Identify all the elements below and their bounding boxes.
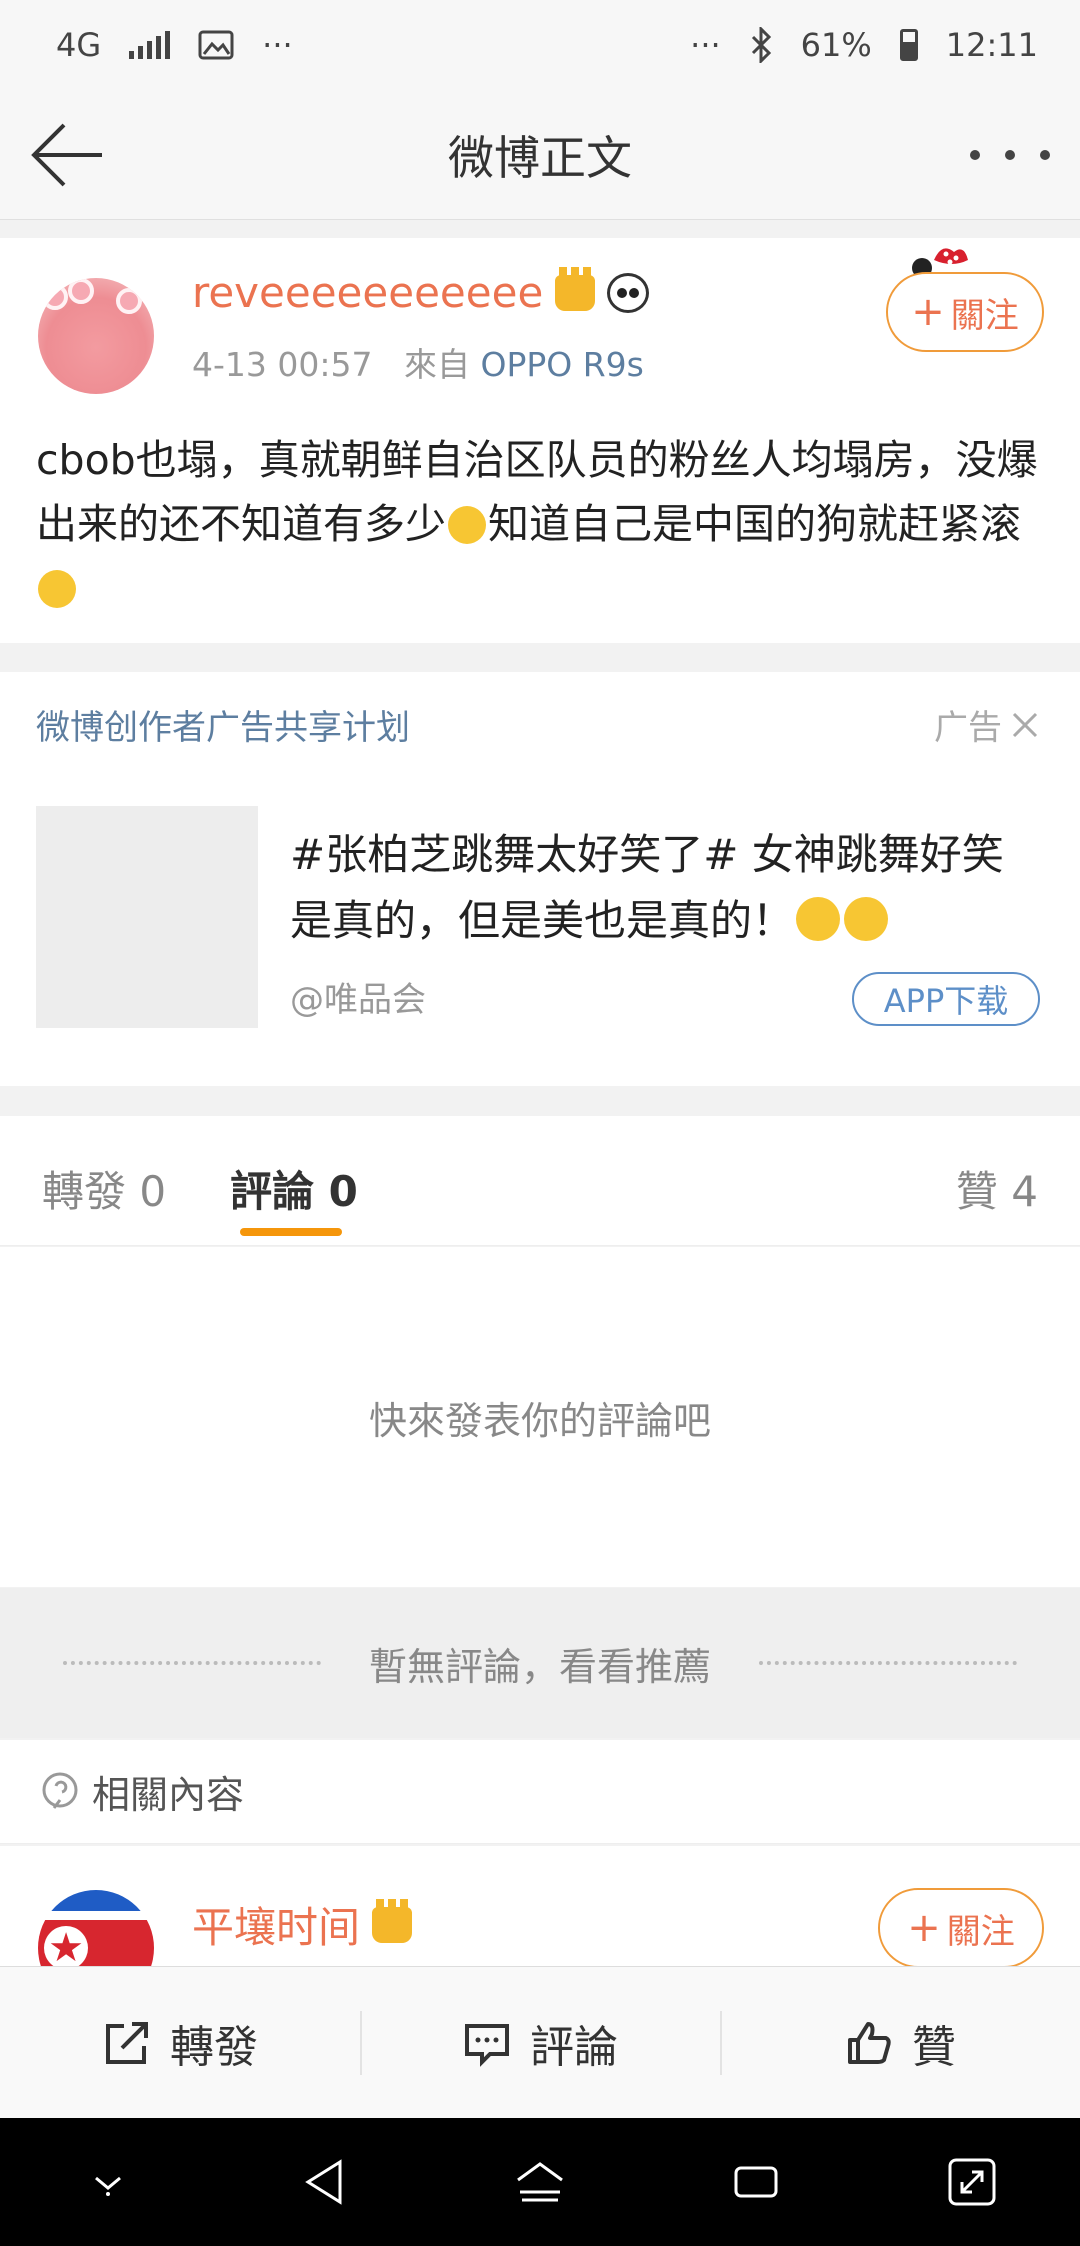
dotted-divider [759,1661,1017,1665]
related-icon [42,1772,78,1809]
interaction-tabs: 轉發 0 評論 0 贊 4 [0,1116,1080,1246]
like-button[interactable]: 贊 [720,1967,1080,2118]
ad-header[interactable]: 微博创作者广告共享计划 [36,700,410,749]
share-icon [106,2021,148,2064]
follow-label: 關注 [946,1911,1015,1952]
related-post-card[interactable]: 平壤时间 + 關注 [0,1846,1080,1966]
network-indicator: 4G [56,26,102,64]
tab-repost[interactable]: 轉發 0 [42,1158,166,1219]
chevron-down-icon[interactable] [76,2150,140,2214]
app-download-button[interactable]: APP下载 [852,972,1040,1026]
panda-badge-icon [607,272,650,313]
post-meta: 4-13 00:57 來自 OPPO R9s [192,338,644,386]
ad-tag-label: 广告 [934,708,1002,748]
recent-apps-icon[interactable] [724,2150,788,2214]
empty-comments-text: 快來發表你的評論吧 [368,1398,711,1443]
tab-comment[interactable]: 評論 0 [230,1158,358,1219]
avatar[interactable] [38,1890,154,1966]
plus-icon: + [907,1905,941,1951]
related-username-text[interactable]: 平壤时间 [192,1894,360,1955]
post-text: cbob也塌，真就朝鲜自治区队员的粉丝人均塌房，没爆出来的还不知道有多少 知道自己… [36,428,1046,620]
system-nav-bar [0,2118,1080,2246]
comment-button[interactable]: 評論 [360,1967,720,2118]
avatar[interactable] [38,278,154,394]
page-title: 微博正文 [448,130,632,185]
repost-label: 轉發 [170,2021,258,2073]
shocked-emoji-icon [796,897,841,941]
post-card: reveeeeeeeeeee 4-13 00:57 來自 OPPO R9s + … [0,238,1080,643]
vip-crown-icon [555,266,596,311]
status-left: 4G ··· [56,26,293,64]
comment-icon [465,2023,509,2067]
close-icon[interactable] [1010,710,1040,740]
battery-icon [899,29,918,61]
empty-comments: 快來發表你的評論吧 [0,1247,1080,1587]
tab-like[interactable]: 贊 4 [956,1158,1038,1219]
post-username[interactable]: reveeeeeeeeeee [192,266,650,317]
status-bar: 4G ··· ··· 61% 12:11 [0,0,1080,90]
username-text[interactable]: reveeeeeeeeeee [192,268,543,317]
thumbs-up-icon [848,2021,891,2064]
ad-tag[interactable]: 广告 [934,700,1040,749]
source-prefix: 來自 [403,345,470,384]
status-right: ··· 61% 12:11 [690,26,1038,64]
active-tab-indicator [240,1228,342,1236]
related-title: 相關內容 [92,1773,245,1817]
ad-card[interactable]: 微博创作者广告共享计划 广告 #张柏芝跳舞太好笑了# 女神跳舞好笑是真的，但是美… [0,672,1080,1086]
follow-label: 關注 [950,295,1019,336]
ad-source: @唯品会 [290,980,426,1020]
shocked-emoji-icon [844,897,889,941]
ad-image[interactable] [36,806,258,1028]
like-label: 贊 [912,2021,956,2073]
plus-icon: + [911,289,945,335]
post-time: 4-13 00:57 [192,345,373,384]
home-icon[interactable] [508,2150,572,2214]
back-icon[interactable] [292,2150,356,2214]
ad-text[interactable]: #张柏芝跳舞太好笑了# 女神跳舞好笑是真的，但是美也是真的！ [290,822,1040,954]
signal-icon [129,31,171,59]
related-username[interactable]: 平壤时间 [192,1894,413,1955]
post-source[interactable]: OPPO R9s [480,345,643,384]
ad-text-body: #张柏芝跳舞太好笑了# 女神跳舞好笑是真的，但是美也是真的！ [290,830,1004,945]
nav-bar: 微博正文 [0,90,1080,220]
bluetooth-icon [751,27,771,63]
more-menu-icon[interactable] [970,130,1050,180]
related-header: 相關內容 [0,1740,1080,1844]
comment-label: 評論 [530,2021,618,2073]
image-icon [198,30,234,60]
post-text-part-2: 知道自己是中国的狗就赶紧滚 [488,500,1021,548]
more-notifications: ··· [262,26,293,64]
more-status: ··· [690,26,721,64]
vip-crown-icon [372,1898,413,1943]
repost-button[interactable]: 轉發 [0,1967,360,2118]
expand-icon[interactable] [940,2150,1004,2214]
bottom-toolbar: 轉發 評論 贊 [0,1966,1080,2118]
battery-percent: 61% [800,26,872,64]
recommend-text: 暫無評論，看看推薦 [368,1644,711,1689]
dotted-divider [62,1661,321,1665]
back-arrow-icon[interactable] [28,120,108,190]
smirk-emoji-icon [38,570,76,608]
clock: 12:11 [945,26,1038,64]
follow-button[interactable]: + 關注 [886,272,1044,352]
smirk-emoji-icon [448,506,486,544]
recommend-divider: 暫無評論，看看推薦 [0,1588,1080,1738]
related-follow-button[interactable]: + 關注 [878,1888,1044,1966]
